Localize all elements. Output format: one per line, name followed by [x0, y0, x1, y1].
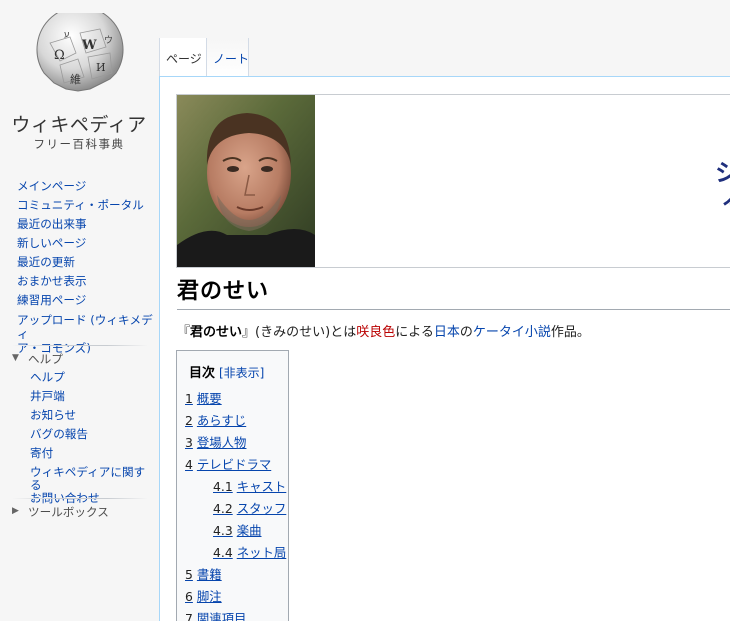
svg-text:W: W: [81, 38, 97, 53]
article-content: シ ぶ 君のせい 『君のせい』(きみのせい)とは咲良色による日本のケータイ小説作…: [159, 76, 730, 621]
portal-separator: [12, 498, 148, 499]
nav-community-portal[interactable]: コミュニティ・ポータル: [17, 196, 155, 215]
portrait-image: [177, 95, 315, 267]
banner-title: シ ぶ: [715, 161, 730, 209]
bug-report-link[interactable]: バグの報告: [30, 425, 155, 444]
contact-link[interactable]: ウィキペディアに関する お問い合わせ: [30, 463, 155, 507]
mobile-novel-link[interactable]: ケータイ小説: [473, 325, 551, 340]
announcements-link[interactable]: お知らせ: [30, 406, 155, 425]
toc-num: 1: [185, 391, 193, 406]
toc-num: 6: [185, 589, 193, 604]
toc-label: 楽曲: [236, 523, 262, 538]
toc-subitem[interactable]: 4.3 楽曲: [213, 521, 262, 539]
quote-open: 『: [177, 325, 191, 340]
page-title: 君のせい: [177, 273, 730, 310]
tab-page-label: ページ: [166, 52, 202, 66]
contact-line-1: ウィキペディアに関する: [30, 465, 146, 492]
toc-toggle[interactable]: [非表示]: [219, 366, 264, 380]
toc-item[interactable]: 2 あらすじ: [185, 411, 246, 429]
toc-label: 登場人物: [196, 435, 247, 450]
toc-label: 概要: [196, 391, 222, 406]
svg-text:И: И: [96, 61, 106, 74]
toc-num: 2: [185, 413, 193, 428]
wikipedia-logo[interactable]: Ω W 維 И ウ ע ウィキペディア フリー百科事典: [0, 0, 158, 160]
toc-label: 脚注: [196, 589, 222, 604]
toc-label: テレビドラマ: [196, 457, 272, 472]
toc-num: 3: [185, 435, 193, 450]
toc-item[interactable]: 7 関連項目: [185, 609, 246, 621]
nav-sandbox[interactable]: 練習用ページ: [17, 291, 155, 310]
toc-subitem[interactable]: 4.4 ネット局: [213, 543, 286, 561]
donate-link[interactable]: 寄付: [30, 444, 155, 463]
author-link[interactable]: 咲良色: [356, 325, 395, 340]
toc-title: 目次: [189, 366, 216, 381]
help-portal-title: ヘルプ: [28, 352, 63, 366]
portal-separator: [12, 345, 148, 346]
nav-current-events[interactable]: 最近の出来事: [17, 215, 155, 234]
svg-text:ウ: ウ: [104, 35, 113, 46]
banner-photo[interactable]: [177, 95, 315, 267]
tab-talk-label: ノート: [213, 52, 250, 66]
upload-line-1: アップロード (ウィキメディ: [17, 313, 153, 341]
toc-num: 5: [185, 567, 193, 582]
toc-item[interactable]: 5 書籍: [185, 565, 222, 583]
lead-paragraph: 『君のせい』(きみのせい)とは咲良色による日本のケータイ小説作品。: [177, 321, 590, 340]
toc-title-row: 目次 [非表示]: [189, 362, 264, 381]
tab-page[interactable]: ページ: [159, 38, 207, 76]
tab-talk[interactable]: ノート: [206, 38, 249, 76]
village-pump-link[interactable]: 井戸端: [30, 387, 155, 406]
svg-text:Ω: Ω: [54, 48, 65, 63]
toolbox-title: ツールボックス: [28, 505, 109, 519]
toc-label: あらすじ: [196, 413, 247, 428]
nav-new-pages[interactable]: 新しいページ: [17, 234, 155, 253]
tagline: フリー百科事典: [33, 137, 125, 151]
toc-item[interactable]: 1 概要: [185, 389, 222, 407]
sidebar-navigation: メインページ コミュニティ・ポータル 最近の出来事 新しいページ 最近の更新 お…: [17, 177, 155, 357]
toc-num: 4.2: [213, 501, 233, 516]
toc-num: 4.4: [213, 545, 233, 560]
toc-subitem[interactable]: 4.1 キャスト: [213, 477, 286, 495]
nav-recent-changes[interactable]: 最近の更新: [17, 253, 155, 272]
toc-item[interactable]: 6 脚注: [185, 587, 222, 605]
table-of-contents: 目次 [非表示] 1 概要 2 あらすじ 3 登場人物 4 テレビドラマ 4.1 キャスト…: [176, 350, 289, 621]
toc-num: 4: [185, 457, 193, 472]
lead-reading: (きみのせい)とは: [255, 325, 357, 340]
help-links: ヘルプ 井戸端 お知らせ バグの報告 寄付 ウィキペディアに関する お問い合わせ: [30, 368, 155, 507]
expand-right-icon: ▶: [12, 506, 19, 516]
help-link[interactable]: ヘルプ: [30, 368, 155, 387]
quote-close: 』: [242, 325, 256, 340]
japan-link[interactable]: 日本: [434, 325, 460, 340]
nav-upload-commons[interactable]: アップロード (ウィキメディ ア・コモンズ): [17, 310, 155, 357]
toc-item[interactable]: 4 テレビドラマ: [185, 455, 271, 473]
nav-main-page[interactable]: メインページ: [17, 177, 155, 196]
banner: シ ぶ: [176, 94, 730, 268]
toc-label: ネット局: [236, 545, 287, 560]
nav-random-page[interactable]: おまかせ表示: [17, 272, 155, 291]
wordmark: ウィキペディア: [11, 114, 147, 136]
lead-by: による: [395, 325, 434, 340]
toc-label: 書籍: [196, 567, 222, 582]
puzzle-globe-icon: Ω W 維 И ウ ע: [36, 13, 124, 92]
svg-text:維: 維: [70, 73, 81, 86]
svg-text:ע: ע: [64, 30, 70, 40]
toc-num: 4.1: [213, 479, 233, 494]
toc-num: 4.3: [213, 523, 233, 538]
toc-label: スタッフ: [236, 501, 287, 516]
toc-subitem[interactable]: 4.2 スタッフ: [213, 499, 286, 517]
lead-end: 作品。: [550, 325, 590, 340]
toc-label: キャスト: [236, 479, 287, 494]
lead-no: の: [459, 325, 473, 340]
expand-down-icon: ▼: [12, 353, 19, 363]
toc-item[interactable]: 3 登場人物: [185, 433, 246, 451]
lead-bold-title: 君のせい: [190, 325, 243, 340]
